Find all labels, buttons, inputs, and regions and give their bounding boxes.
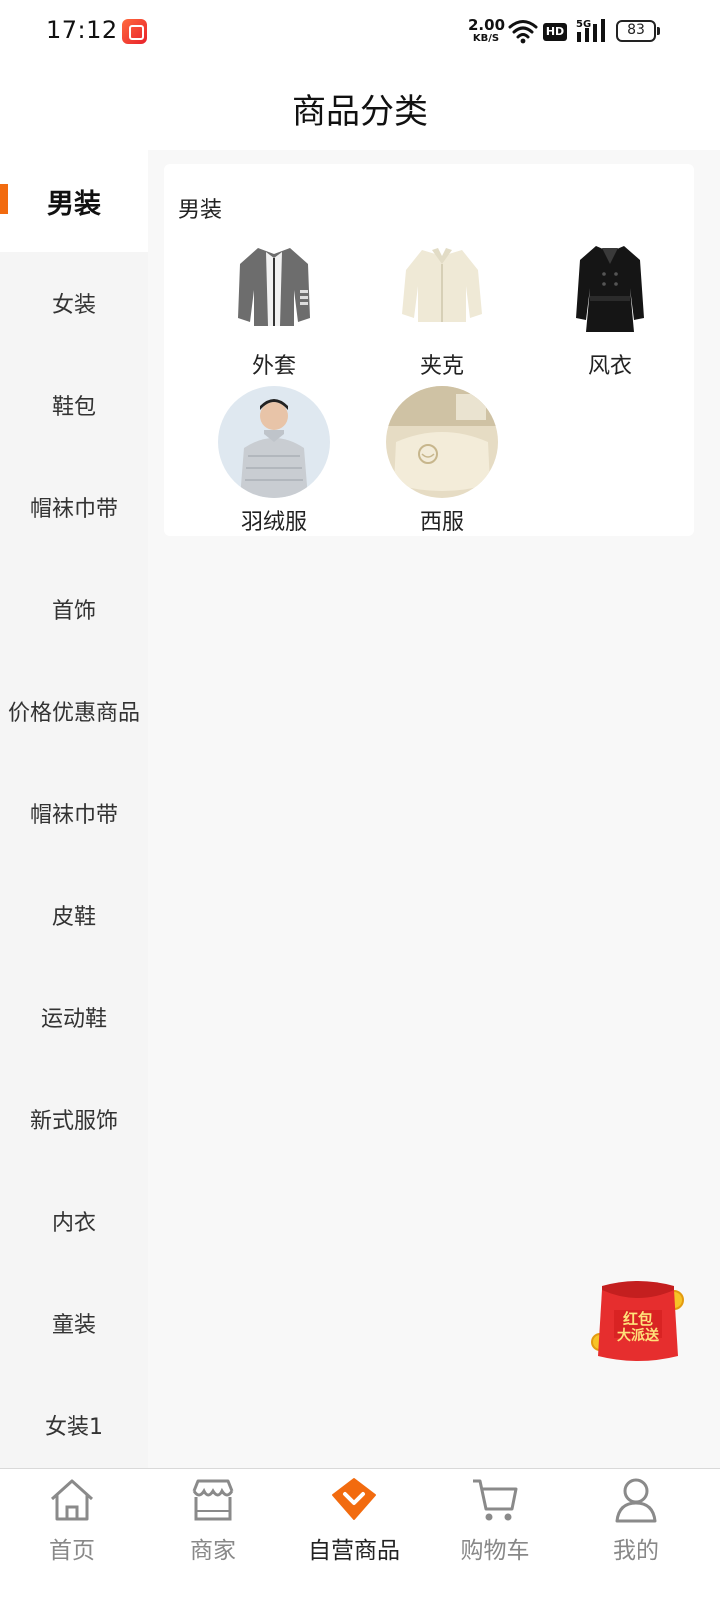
bottom-tab-bar: 首页 商家 自营商品 购物车 我的 (0, 1468, 720, 1600)
jacket-image (386, 230, 498, 342)
home-icon (50, 1479, 94, 1521)
tab-store[interactable]: 商家 (141, 1469, 285, 1600)
category-content: 男装 外套 夹克 风衣 羽绒服 西服 (148, 150, 720, 1470)
sidebar-item-accessories[interactable]: 帽袜巾带 (0, 456, 148, 558)
svg-text:红包: 红包 (623, 1310, 653, 1328)
page-title: 商品分类 (292, 92, 428, 132)
self-operated-icon (332, 1478, 376, 1520)
subcategory-item-trench[interactable]: 风衣 (514, 230, 682, 380)
down-jacket-image (218, 386, 330, 498)
profile-icon (615, 1478, 657, 1523)
hd-icon: HD (543, 23, 567, 41)
tab-cart[interactable]: 购物车 (423, 1469, 567, 1600)
tab-self-operated[interactable]: 自营商品 (282, 1469, 426, 1600)
tab-profile-label: 我的 (613, 1538, 659, 1564)
subcategory-title: 男装 (178, 198, 223, 223)
subcategory-label-coat: 外套 (251, 354, 296, 379)
network-speed-unit: KB/S (472, 33, 500, 44)
tab-profile[interactable]: 我的 (564, 1469, 708, 1600)
network-speed: 2.00 KB/S (468, 16, 506, 44)
subcategory-item-coat[interactable]: 外套 (178, 230, 346, 380)
sidebar-item-leather-shoes[interactable]: 皮鞋 (0, 864, 148, 966)
battery-icon: 83 (616, 20, 660, 42)
category-sidebar: 男装 女装 鞋包 帽袜巾带 首饰 价格优惠商品 帽袜巾带 皮鞋 运动鞋 新式服饰… (0, 150, 148, 1470)
sidebar-item-jewelry[interactable]: 首饰 (0, 558, 148, 660)
signal-icon: 5G (576, 19, 605, 42)
sidebar-item-womenswear[interactable]: 女装 (0, 252, 148, 354)
subcategory-label-jacket: 夹克 (419, 354, 464, 379)
sidebar-item-underwear[interactable]: 内衣 (0, 1170, 148, 1272)
sidebar-item-accessories-2[interactable]: 帽袜巾带 (0, 762, 148, 864)
tab-home[interactable]: 首页 (0, 1469, 144, 1600)
battery-level: 83 (627, 22, 645, 38)
header: 商品分类 (0, 62, 720, 150)
red-packet-badge[interactable]: 红包 大派送 (588, 1280, 688, 1370)
subcategory-card: 男装 外套 夹克 风衣 羽绒服 西服 (164, 164, 694, 536)
sidebar-item-discount[interactable]: 价格优惠商品 (0, 660, 148, 762)
sidebar-item-shoes-bags[interactable]: 鞋包 (0, 354, 148, 456)
tab-store-label: 商家 (190, 1538, 236, 1564)
trench-coat-image (554, 230, 666, 342)
svg-text:大派送: 大派送 (617, 1327, 660, 1344)
tab-cart-label: 购物车 (460, 1538, 530, 1564)
network-speed-value: 2.00 (468, 16, 506, 34)
tab-self-operated-label: 自营商品 (308, 1538, 400, 1564)
sidebar-item-kidswear[interactable]: 童装 (0, 1272, 148, 1374)
subcategory-item-jacket[interactable]: 夹克 (346, 230, 514, 380)
subcategory-label-down-jacket: 羽绒服 (240, 510, 307, 535)
sidebar-item-sneakers[interactable]: 运动鞋 (0, 966, 148, 1068)
app-notification-icon (122, 19, 147, 44)
status-time: 17:12 (46, 16, 118, 44)
coat-image (218, 230, 330, 342)
store-icon (192, 1479, 234, 1521)
subcategory-label-trench: 风衣 (587, 354, 632, 379)
subcategory-item-suit[interactable]: 西服 (346, 386, 514, 536)
sidebar-item-new-fashion[interactable]: 新式服饰 (0, 1068, 148, 1170)
suit-image (386, 386, 498, 498)
tab-home-label: 首页 (49, 1538, 95, 1564)
sidebar-item-womenswear-1[interactable]: 女装1 (0, 1374, 148, 1470)
subcategory-item-down-jacket[interactable]: 羽绒服 (178, 386, 346, 536)
status-bar: 17:12 2.00 KB/S HD 5G 83 (0, 0, 720, 62)
sidebar-item-menswear[interactable]: 男装 (0, 150, 148, 252)
wifi-icon (508, 20, 538, 44)
cart-icon (473, 1479, 518, 1521)
subcategory-label-suit: 西服 (419, 510, 464, 535)
